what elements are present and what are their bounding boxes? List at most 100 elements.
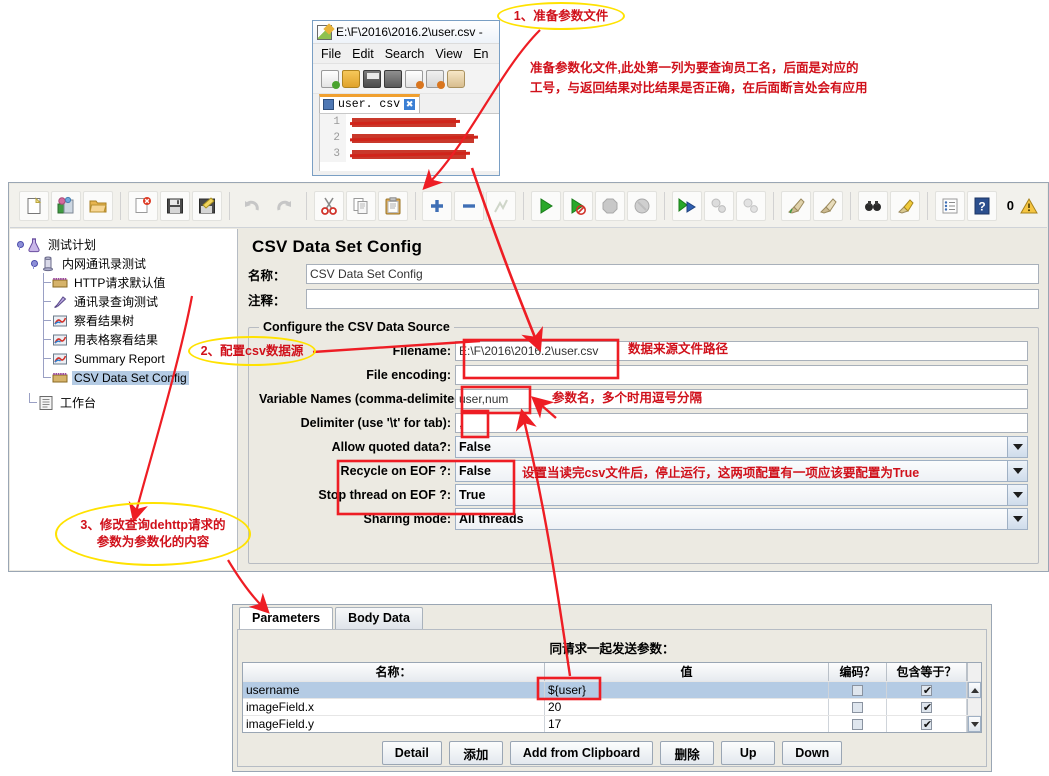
save-all-icon[interactable] xyxy=(384,69,402,88)
scrollbar-track[interactable] xyxy=(967,699,981,715)
print-icon[interactable] xyxy=(447,69,465,88)
sharing-mode-select[interactable]: All threads xyxy=(455,508,1028,530)
cell-include-equals-checkbox[interactable] xyxy=(887,699,967,715)
tab-user-csv[interactable]: user. csv ✖ xyxy=(319,94,421,113)
toggle-icon[interactable] xyxy=(486,190,517,221)
start-icon[interactable] xyxy=(531,190,562,221)
menu-edit[interactable]: Edit xyxy=(352,47,374,61)
menu-search[interactable]: Search xyxy=(385,47,425,61)
remote-stop-all-icon[interactable] xyxy=(704,190,735,221)
scroll-up-button[interactable] xyxy=(968,682,981,698)
save-icon[interactable] xyxy=(159,190,190,221)
tree-node-csv-data-set-config[interactable]: CSV Data Set Config xyxy=(14,368,237,387)
table-row[interactable]: username ${user} xyxy=(243,681,981,698)
tree-node-http-defaults[interactable]: HTTP请求默认值 xyxy=(14,273,237,292)
remote-shutdown-all-icon[interactable] xyxy=(736,190,767,221)
expand-handle-icon[interactable] xyxy=(14,239,25,250)
cell-name[interactable]: username xyxy=(243,682,545,698)
notepad-editor[interactable]: 1 2 3 xyxy=(319,113,499,171)
add-from-clipboard-button[interactable]: Add from Clipboard xyxy=(509,741,654,765)
cell-encode-checkbox[interactable] xyxy=(829,716,887,732)
menu-view[interactable]: View xyxy=(435,47,462,61)
paste-icon[interactable] xyxy=(377,190,408,221)
expand-handle-icon[interactable] xyxy=(28,258,39,269)
chevron-down-icon[interactable] xyxy=(1007,485,1027,505)
table-row[interactable]: imageField.x 20 xyxy=(243,698,981,715)
table-row[interactable]: imageField.y 17 xyxy=(243,715,981,732)
clear-icon[interactable] xyxy=(781,190,812,221)
open-file-icon[interactable] xyxy=(342,69,360,88)
close-test-plan-icon[interactable] xyxy=(127,190,158,221)
help-icon[interactable]: ? xyxy=(966,190,997,221)
undo-icon[interactable] xyxy=(237,191,267,221)
close-all-icon[interactable] xyxy=(426,69,445,89)
scrollbar-up-cell[interactable] xyxy=(967,682,981,698)
detail-button[interactable]: Detail xyxy=(381,741,442,765)
new-file-icon[interactable] xyxy=(321,69,340,89)
cell-encode-checkbox[interactable] xyxy=(829,699,887,715)
clear-all-icon[interactable] xyxy=(813,190,844,221)
cell-name[interactable]: imageField.y xyxy=(243,716,545,732)
warning-icon[interactable] xyxy=(1020,197,1038,215)
tree-node-sampler[interactable]: 通讯录查询测试 xyxy=(14,292,237,311)
cell-encode-checkbox[interactable] xyxy=(829,682,887,698)
search-reset-icon[interactable] xyxy=(889,190,920,221)
file-encoding-input[interactable] xyxy=(455,365,1028,385)
up-button[interactable]: Up xyxy=(721,741,776,765)
close-file-icon[interactable] xyxy=(405,69,424,89)
new-test-plan-icon[interactable] xyxy=(19,190,49,221)
name-input[interactable]: CSV Data Set Config xyxy=(306,264,1039,284)
shutdown-icon[interactable] xyxy=(627,190,658,221)
close-icon[interactable]: ✖ xyxy=(404,99,416,110)
checkbox-checked-icon[interactable] xyxy=(921,683,933,698)
save-as-icon[interactable] xyxy=(191,190,222,221)
variable-names-input[interactable]: user,num xyxy=(455,389,1028,409)
tree-node-test-plan[interactable]: 测试计划 xyxy=(14,235,237,254)
checkbox-checked-icon[interactable] xyxy=(921,717,933,732)
checkbox-unchecked-icon[interactable] xyxy=(852,701,863,713)
chevron-down-icon[interactable] xyxy=(1007,461,1027,481)
menu-file[interactable]: File xyxy=(321,47,341,61)
down-button[interactable]: Down xyxy=(782,741,843,765)
search-icon[interactable] xyxy=(857,190,888,221)
cut-icon[interactable] xyxy=(313,190,344,221)
scroll-down-button[interactable] xyxy=(968,716,981,732)
chevron-down-icon[interactable] xyxy=(1007,509,1027,529)
tree-node-view-results-tree[interactable]: 察看结果树 xyxy=(14,311,237,330)
cell-value[interactable]: 17 xyxy=(545,716,829,732)
expand-all-icon[interactable] xyxy=(422,190,453,221)
checkbox-unchecked-icon[interactable] xyxy=(852,684,863,696)
collapse-all-icon[interactable] xyxy=(454,190,485,221)
checkbox-checked-icon[interactable] xyxy=(921,700,933,715)
stop-thread-on-eof-select[interactable]: True xyxy=(455,484,1028,506)
redo-icon[interactable] xyxy=(269,191,299,221)
tree-node-thread-group[interactable]: 内网通讯录测试 xyxy=(14,254,237,273)
add-button[interactable]: 添加 xyxy=(448,741,503,765)
start-no-pauses-icon[interactable] xyxy=(563,190,594,221)
filename-input[interactable]: E:\F\2016\2016.2\user.csv xyxy=(455,341,1028,361)
copy-icon[interactable] xyxy=(345,190,376,221)
remote-start-all-icon[interactable] xyxy=(672,190,703,221)
tab-parameters[interactable]: Parameters xyxy=(239,607,334,629)
delete-button[interactable]: 删除 xyxy=(660,741,715,765)
cell-value[interactable]: 20 xyxy=(545,699,829,715)
cell-include-equals-checkbox[interactable] xyxy=(887,716,967,732)
templates-icon[interactable] xyxy=(51,190,81,221)
allow-quoted-data-select[interactable]: False xyxy=(455,436,1028,458)
delimiter-input[interactable]: , xyxy=(455,413,1028,433)
open-icon[interactable] xyxy=(83,190,113,221)
cell-value[interactable]: ${user} xyxy=(545,682,829,698)
cell-include-equals-checkbox[interactable] xyxy=(887,682,967,698)
stop-icon[interactable] xyxy=(595,190,626,221)
comment-input[interactable] xyxy=(306,289,1039,309)
tab-body-data[interactable]: Body Data xyxy=(335,607,423,629)
checkbox-unchecked-icon[interactable] xyxy=(852,718,863,730)
function-helper-icon[interactable] xyxy=(934,190,965,221)
listener-icon xyxy=(52,313,68,329)
cell-name[interactable]: imageField.x xyxy=(243,699,545,715)
scrollbar-down-cell[interactable] xyxy=(967,716,981,732)
save-icon[interactable] xyxy=(363,69,381,88)
menu-encoding[interactable]: En xyxy=(473,47,488,61)
chevron-down-icon[interactable] xyxy=(1007,437,1027,457)
tree-node-workbench[interactable]: 工作台 xyxy=(14,393,237,412)
